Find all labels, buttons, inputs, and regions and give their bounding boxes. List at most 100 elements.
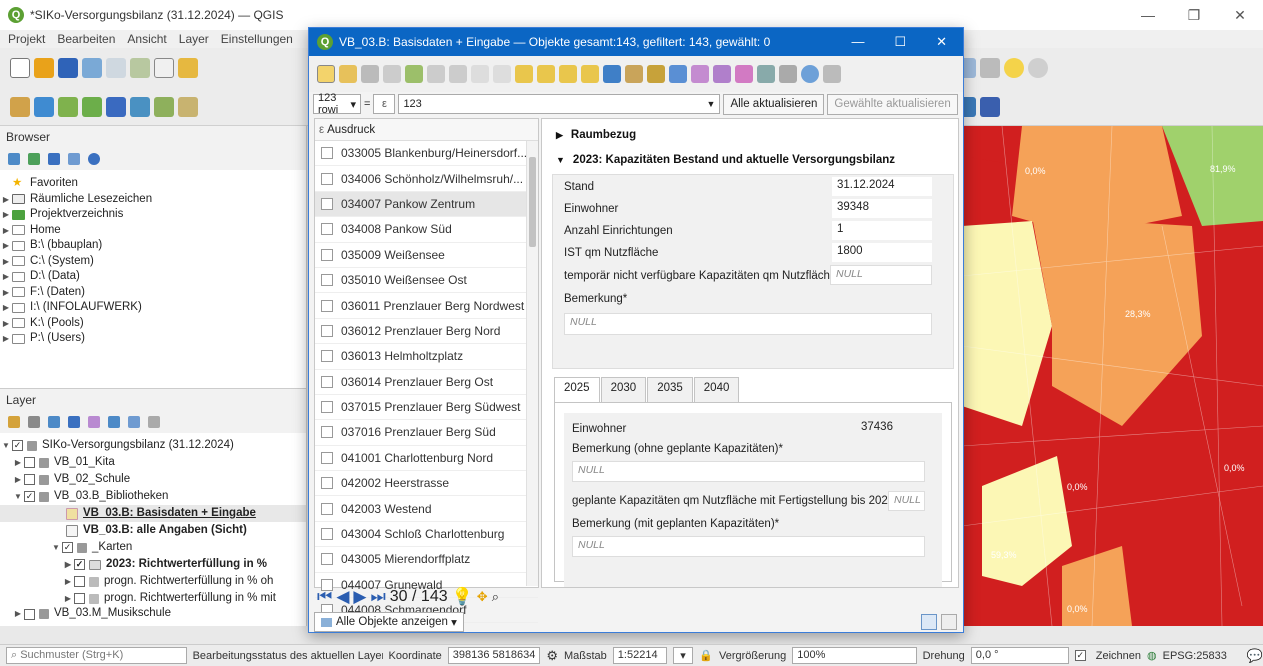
add-postgis-icon[interactable]	[130, 96, 150, 117]
toggle-extents-icon[interactable]: ⚙	[546, 648, 558, 664]
browser-item-favoriten[interactable]: ★ Favoriten	[0, 176, 306, 192]
layer-group-siko[interactable]: ▼ ✓ SIKo-Versorgungsbilanz (31.12.2024)	[0, 437, 306, 454]
visibility-icon[interactable]	[48, 416, 60, 428]
checkbox-unchecked[interactable]	[74, 576, 85, 587]
layer-alle-angaben[interactable]: VB_03.B: alle Angaben (Sicht)	[0, 522, 306, 539]
save-project-icon[interactable]	[58, 58, 78, 78]
feature-list-item[interactable]: 034007 Pankow Zentrum	[315, 191, 538, 218]
pan-icon[interactable]	[154, 58, 174, 78]
feature-checkbox[interactable]	[321, 324, 333, 337]
feature-checkbox[interactable]	[321, 248, 333, 261]
feature-list-item[interactable]: 042002 Heerstrasse	[315, 471, 538, 497]
table-view-toggle-icon[interactable]	[941, 614, 957, 630]
annotation-icon[interactable]	[1004, 58, 1025, 78]
filter-expression-icon[interactable]	[88, 416, 100, 428]
browser-item-drive-p[interactable]: ▶ P:\ (Users)	[0, 331, 306, 347]
feature-checkbox[interactable]	[321, 477, 333, 490]
field-select[interactable]: 123 rowi ▾	[313, 92, 361, 116]
feature-checkbox[interactable]	[321, 299, 333, 312]
filter-icon[interactable]	[48, 153, 60, 165]
browser-item-projekt[interactable]: ▶ Projektverzeichnis	[0, 207, 306, 223]
expression-epsilon-icon[interactable]: ε	[373, 94, 396, 114]
feature-checkbox[interactable]	[321, 223, 333, 236]
reload-icon[interactable]	[383, 65, 401, 83]
actions-icon[interactable]	[801, 65, 819, 83]
tab-einwohner-value[interactable]: 37436	[856, 419, 926, 438]
feature-list-item[interactable]: 034008 Pankow Süd	[315, 217, 538, 243]
tab-2040[interactable]: 2040	[693, 377, 740, 403]
feature-checkbox[interactable]	[321, 451, 333, 464]
feature-list-item[interactable]: 042003 Westend	[315, 496, 538, 522]
toggle-edit-icon[interactable]	[317, 65, 335, 83]
deselect-icon[interactable]	[581, 65, 599, 83]
feature-list-item[interactable]: 036013 Helmholtzplatz	[315, 344, 538, 370]
paste-icon[interactable]	[493, 65, 511, 83]
browser-item-drive-d[interactable]: ▶ D:\ (Data)	[0, 269, 306, 285]
dialog-minimize-icon[interactable]: —	[851, 34, 864, 50]
filter-select-icon[interactable]	[603, 65, 621, 83]
next-feature-icon[interactable]: ▶	[353, 587, 366, 607]
add-feature-icon[interactable]	[405, 65, 423, 83]
feature-list-item[interactable]: 036012 Prenzlauer Berg Nord	[315, 319, 538, 345]
menu-projekt[interactable]: Projekt	[8, 32, 45, 46]
minimize-icon[interactable]: —	[1125, 7, 1171, 23]
style-manager-icon[interactable]	[130, 58, 150, 78]
browser-item-lesezeichen[interactable]: ▶ Räumliche Lesezeichen	[0, 192, 306, 208]
open-styling-icon[interactable]	[8, 416, 20, 428]
feature-checkbox[interactable]	[321, 553, 333, 566]
pan-to-feature-icon[interactable]: ✥	[477, 589, 488, 605]
feature-checkbox[interactable]	[321, 502, 333, 515]
zoom-to-icon[interactable]	[669, 65, 687, 83]
zoom-tool-icon[interactable]	[1028, 58, 1049, 78]
tab-2030[interactable]: 2030	[600, 377, 647, 403]
browser-item-drive-f[interactable]: ▶ F:\ (Daten)	[0, 285, 306, 301]
collapse-icon[interactable]	[68, 153, 80, 165]
feature-checkbox[interactable]	[321, 426, 333, 439]
feature-list-item[interactable]: 034006 Schönholz/Wilhelmsruh/...	[315, 166, 538, 192]
layer-vb02[interactable]: ▶ VB_02_Schule	[0, 471, 306, 488]
feature-checkbox[interactable]	[321, 401, 333, 414]
section-raumbezug[interactable]: ▶ Raumbezug	[542, 129, 958, 141]
open-project-icon[interactable]	[34, 58, 54, 78]
update-all-button[interactable]: Alle aktualisieren	[723, 93, 825, 115]
feature-list-item[interactable]: 043005 Mierendorffplatz	[315, 547, 538, 573]
scrollbar-thumb[interactable]	[529, 157, 536, 247]
layer-style-icon[interactable]	[10, 96, 30, 117]
list-header[interactable]: ε Ausdruck	[315, 119, 538, 141]
feature-list-item[interactable]: 035010 Weißensee Ost	[315, 268, 538, 294]
feature-checkbox[interactable]	[321, 350, 333, 363]
invert-selection-icon[interactable]	[559, 65, 577, 83]
delete-field-icon[interactable]	[713, 65, 731, 83]
feature-checkbox[interactable]	[321, 197, 333, 210]
delete-feature-icon[interactable]	[427, 65, 445, 83]
select-all-icon[interactable]	[537, 65, 555, 83]
zoom-to-feature-icon[interactable]: ⌕	[492, 589, 499, 605]
feature-list-item[interactable]: 035009 Weißensee	[315, 243, 538, 268]
lock-scale-icon[interactable]: 🔒	[699, 649, 713, 662]
feature-list-item[interactable]: 037016 Prenzlauer Berg Süd	[315, 420, 538, 446]
einwohner-value[interactable]: 39348	[832, 199, 932, 218]
move-selection-icon[interactable]	[625, 65, 643, 83]
list-scrollbar[interactable]	[526, 141, 538, 586]
add-wms-icon[interactable]	[82, 96, 102, 117]
add-selected-icon[interactable]	[8, 153, 20, 165]
browser-item-home[interactable]: ▶ Home	[0, 223, 306, 239]
layer-richtwert-2023[interactable]: ▶ ✓ 2023: Richtwerterfüllung in %	[0, 556, 306, 573]
checkbox-checked[interactable]: ✓	[12, 440, 23, 451]
coordinate-value[interactable]: 398136 5818634	[447, 647, 541, 664]
update-selected-button[interactable]: Gewählte aktualisieren	[827, 93, 958, 115]
feature-checkbox[interactable]	[321, 375, 333, 388]
feature-checkbox[interactable]	[321, 274, 333, 287]
pan-map-icon[interactable]	[647, 65, 665, 83]
refresh-icon[interactable]	[28, 153, 40, 165]
temporaer-input[interactable]: NULL	[830, 265, 932, 285]
locator-search[interactable]: ⌕ Suchmuster (Strg+K)	[6, 647, 187, 664]
browser-item-drive-b[interactable]: ▶ B:\ (bbauplan)	[0, 238, 306, 254]
field-calc-icon[interactable]	[735, 65, 753, 83]
prev-feature-icon[interactable]: ◀	[336, 587, 349, 607]
pan-to-selection-icon[interactable]	[178, 58, 198, 78]
browser-item-drive-i[interactable]: ▶ I:\ (INFOLAUFWERK)	[0, 300, 306, 316]
anzahl-value[interactable]: 1	[832, 221, 932, 240]
checkbox-unchecked[interactable]	[74, 593, 85, 604]
bemerkung-input[interactable]: NULL	[564, 313, 932, 335]
